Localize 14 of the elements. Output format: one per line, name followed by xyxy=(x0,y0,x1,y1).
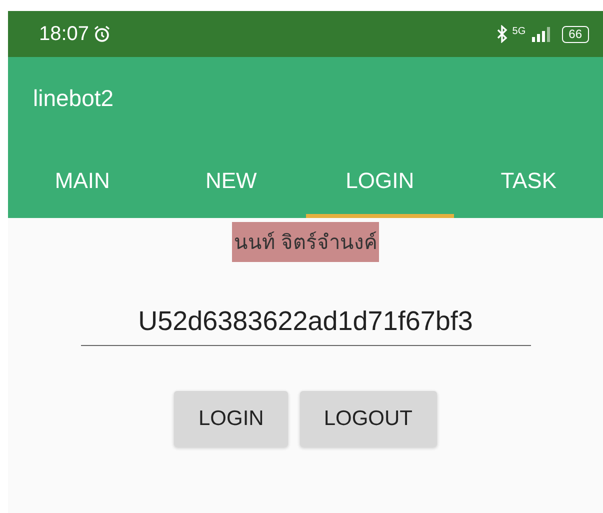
user-id-field[interactable]: U52d6383622ad1d71f67bf3 xyxy=(80,306,530,346)
app-title: linebot2 xyxy=(32,84,115,113)
battery-level-text: 66 xyxy=(568,26,582,40)
login-button[interactable]: LOGIN xyxy=(174,391,288,447)
logout-button[interactable]: LOGOUT xyxy=(300,391,437,447)
network-type: 5G xyxy=(512,26,526,36)
clock-time: 18:07 xyxy=(39,22,90,46)
tab[interactable]: LOGIN xyxy=(306,156,454,218)
bluetooth-icon xyxy=(496,25,508,43)
alarm-clock-icon xyxy=(93,25,112,43)
tab[interactable]: TASK xyxy=(454,156,603,218)
tab[interactable]: NEW xyxy=(156,156,306,218)
tab[interactable]: MAIN xyxy=(8,156,157,218)
user-name-label: นนท์ จิตร์จำนงค์ xyxy=(232,222,379,262)
